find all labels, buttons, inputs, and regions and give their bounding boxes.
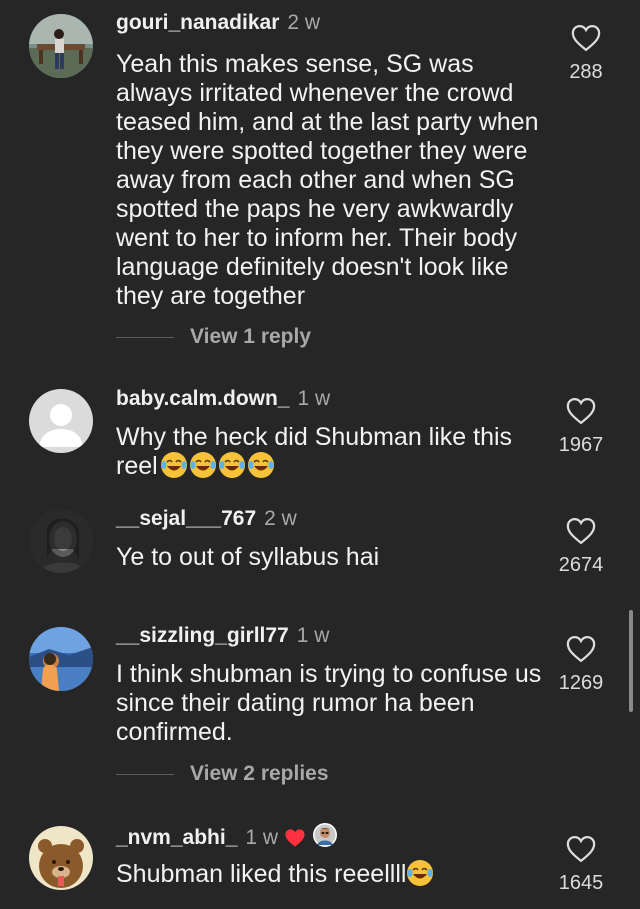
like-count: 1645 (558, 872, 604, 894)
heart-outline-icon[interactable] (566, 517, 596, 545)
like-control: 1269 (551, 635, 611, 695)
like-count: 288 (569, 61, 603, 83)
comment-meta: baby.calm.down_ 1 w (116, 386, 330, 412)
avatar[interactable] (29, 826, 93, 890)
comment-text: Yeah this makes sense, SG was always irr… (116, 50, 539, 310)
avatar[interactable] (29, 14, 93, 78)
comment-text: Ye to out of syllabus hai (116, 543, 380, 571)
heart-outline-icon[interactable] (571, 24, 601, 52)
like-count: 1269 (558, 672, 604, 694)
timestamp: 2 w (264, 507, 297, 530)
timestamp: 2 w (287, 11, 321, 34)
avatar[interactable] (29, 389, 93, 453)
username[interactable]: __sizzling_girll77 (116, 624, 289, 647)
emoji-laughing (218, 452, 245, 478)
timestamp: 1 w (297, 387, 331, 410)
emoji-laughing (189, 452, 216, 478)
emoji-laughing (160, 452, 187, 478)
username[interactable]: baby.calm.down_ (116, 387, 290, 410)
like-count: 1967 (558, 434, 604, 456)
comment-text: Shubman liked this reeellll (116, 860, 556, 889)
username[interactable]: __sejal___767 (116, 507, 256, 530)
view-replies-button[interactable]: View 2 replies (116, 762, 329, 786)
red-heart-icon (285, 829, 305, 847)
emoji-laughing (407, 860, 434, 886)
divider (116, 336, 174, 338)
view-replies-button[interactable]: View 1 reply (116, 325, 311, 349)
view-replies-label: View 2 replies (190, 762, 329, 785)
comment-text: I think shubman is trying to confuse us … (116, 660, 542, 746)
avatar[interactable] (29, 627, 93, 691)
like-control: 288 (556, 24, 616, 84)
heart-outline-icon[interactable] (566, 835, 596, 863)
timestamp: 1 w (245, 826, 279, 849)
comment-meta: _nvm_abhi_ 1 w (116, 822, 338, 851)
comment-meta: __sizzling_girll77 1 w (116, 623, 329, 649)
emoji-laughing (247, 452, 274, 478)
view-replies-label: View 1 reply (190, 325, 312, 348)
heart-outline-icon[interactable] (566, 635, 596, 663)
username[interactable]: gouri_nanadikar (116, 11, 279, 34)
comment-text-body: Shubman liked this reeellll (116, 860, 407, 888)
avatar[interactable] (29, 509, 93, 573)
username[interactable]: _nvm_abhi_ (116, 826, 237, 849)
divider (116, 773, 174, 775)
creator-avatar-icon (313, 823, 338, 847)
like-control: 2674 (551, 517, 611, 577)
comment-meta: __sejal___767 2 w (116, 506, 297, 532)
comment-meta: gouri_nanadikar 2 w (116, 10, 320, 36)
like-control: 1967 (551, 397, 611, 457)
like-control: 1645 (551, 835, 611, 895)
heart-outline-icon[interactable] (566, 397, 596, 425)
like-count: 2674 (558, 554, 604, 576)
comment-text: Why the heck did Shubman like this reel (116, 423, 556, 481)
timestamp: 1 w (296, 624, 330, 647)
scrollbar[interactable] (629, 610, 633, 712)
